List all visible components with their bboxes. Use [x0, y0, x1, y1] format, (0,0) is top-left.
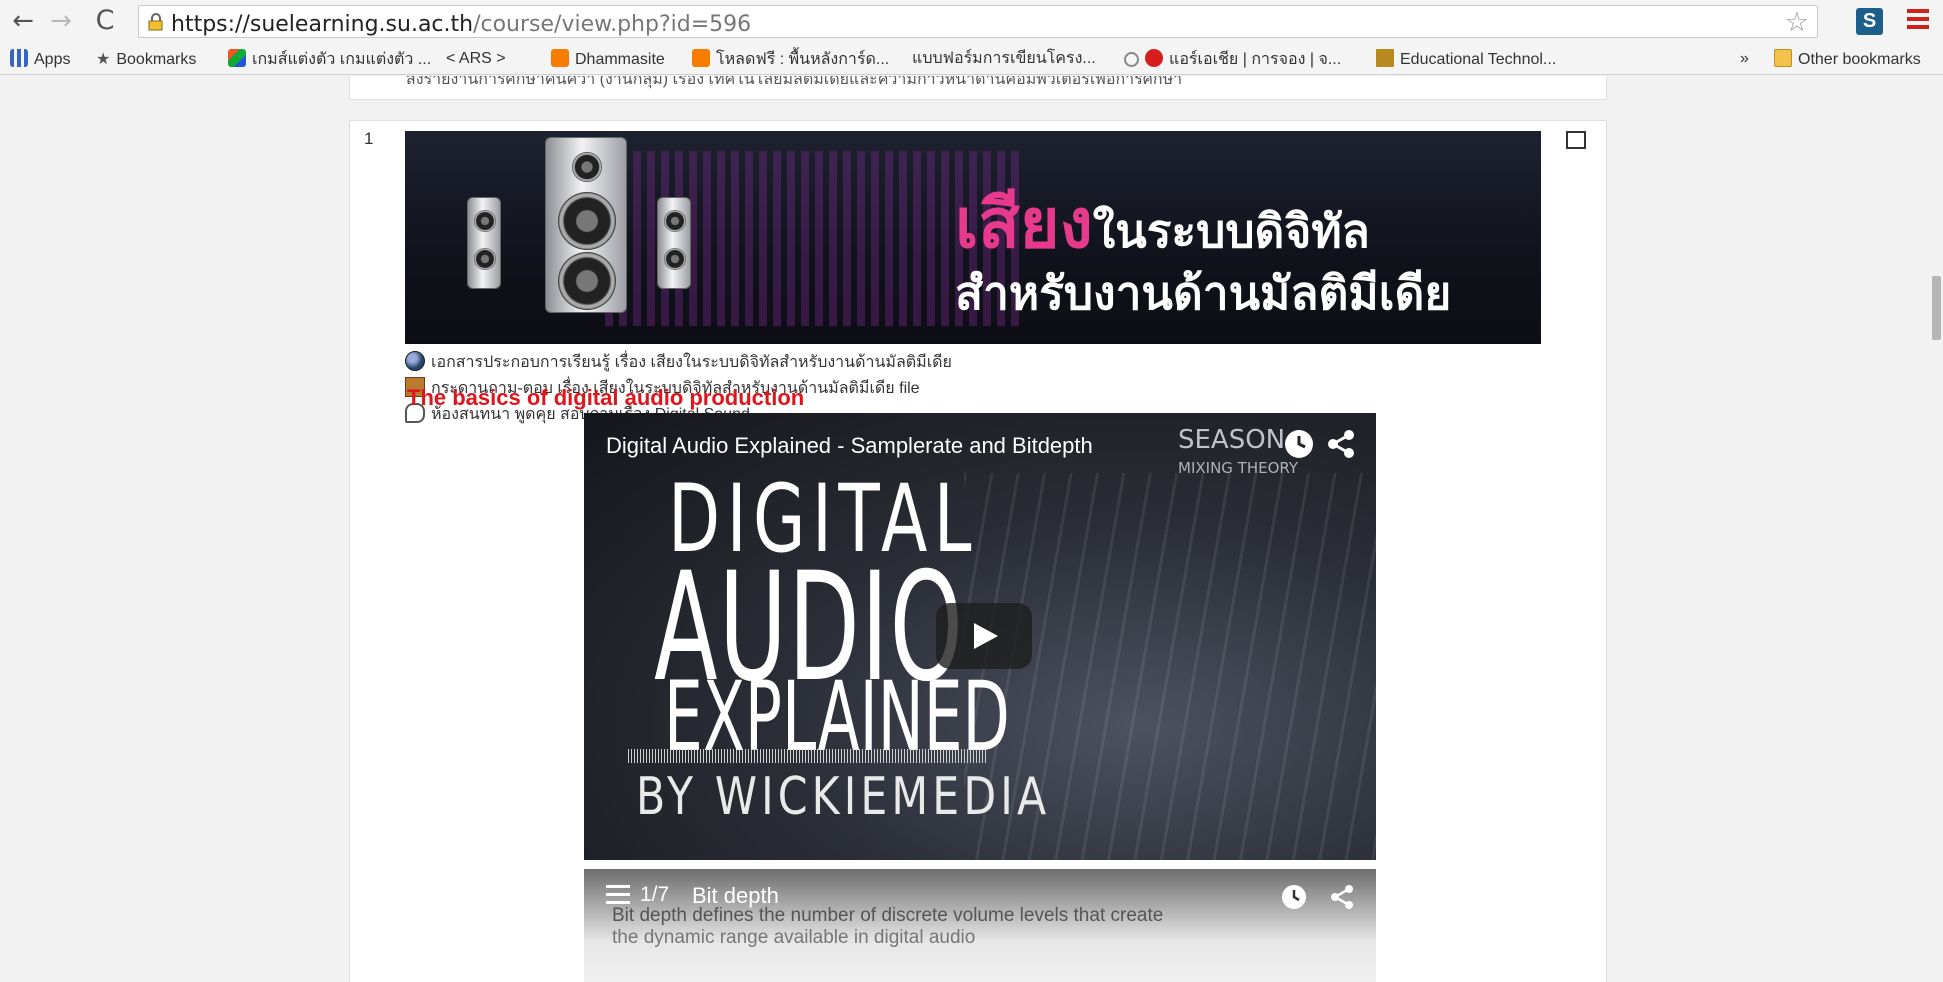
blogger-icon: [551, 49, 569, 67]
reload-icon[interactable]: C: [90, 6, 120, 36]
bookmark-star-icon[interactable]: ☆: [1785, 7, 1809, 38]
bookmark-project-form[interactable]: แบบฟอร์มการเขียนโครง...: [912, 49, 1096, 143]
globe-icon: [405, 351, 425, 371]
channel-subtitle: MIXING THEORY: [1178, 459, 1299, 477]
multicolor-icon: [228, 49, 246, 67]
speaker-left-icon: [467, 197, 501, 289]
speaker-right-icon: [657, 197, 691, 289]
blogger-icon: [692, 49, 710, 67]
bookmark-ars[interactable]: < ARS >: [446, 49, 506, 143]
page-viewport: ส่งรายงานการศึกษาค้นคว้า (งานกลุ่ม) เรื่…: [0, 76, 1943, 982]
bookmark-educational-technology[interactable]: Educational Technol...: [1376, 49, 1556, 69]
share-icon[interactable]: [1328, 883, 1356, 911]
scroll-thumb[interactable]: [1932, 276, 1941, 340]
bookmark-airasia[interactable]: แอร์เอเชีย | การจอง | จ...: [1124, 49, 1341, 69]
forward-arrow-icon[interactable]: →: [46, 6, 76, 36]
section-number: 1: [364, 129, 374, 148]
bookmarks-bar: Apps ★ Bookmarks เกมส์แต่งตัว เกมแต่งตัว …: [0, 42, 1943, 143]
thumbnail-text-byline: BY WICKIEMEDIA: [636, 767, 1051, 827]
watch-later-icon[interactable]: [1282, 427, 1316, 461]
course-section-1: 1 เสียงในระบบดิจิทัล สำหรับงานด้านมัลติม…: [349, 120, 1607, 982]
search-icon: [1124, 52, 1139, 67]
section-banner: เสียงในระบบดิจิทัล สำหรับงานด้านมัลติมีเ…: [405, 131, 1541, 344]
watch-later-icon[interactable]: [1280, 883, 1308, 911]
star-icon: ★: [96, 49, 111, 68]
banner-subtitle: สำหรับงานด้านมัลติมีเดีย: [955, 266, 1452, 320]
playlist-counter: 1/7: [640, 883, 670, 906]
bookmark-free-backgrounds[interactable]: โหลดฟรี : พื้นหลังการ์ด...: [692, 49, 889, 69]
youtube-playlist-player[interactable]: Bit depth defines the number of discrete…: [584, 869, 1376, 982]
share-icon[interactable]: [1324, 427, 1358, 461]
play-icon: [974, 623, 998, 649]
bookmark-dress-games[interactable]: เกมส์แต่งตัว เกมแต่งตัว ...: [228, 49, 431, 69]
url-text: https://suelearning.su.ac.th/course/view…: [171, 12, 752, 37]
folder-icon: [1774, 49, 1792, 67]
extension-s-icon[interactable]: S: [1856, 8, 1883, 35]
browser-menu-icon[interactable]: [1907, 9, 1929, 31]
bookmark-dhammasite[interactable]: Dhammasite: [551, 49, 665, 69]
airasia-icon: [1145, 49, 1163, 67]
previous-section: ส่งรายงานการศึกษาค้นคว้า (งานกลุ่ม) เรื่…: [349, 76, 1607, 100]
channel-logo: SEASON: [1178, 425, 1286, 455]
thumbnail-divider: [628, 749, 988, 763]
resource-document-link[interactable]: เอกสารประกอบการเรียนรู้ เรื่อง เสียงในระ…: [405, 351, 952, 375]
browser-toolbar: ← → C https://suelearning.su.ac.th/cours…: [0, 0, 1943, 42]
course-content: ส่งรายงานการศึกษาค้นคว้า (งานกลุ่ม) เรื่…: [349, 76, 1607, 982]
playlist-video-title[interactable]: Bit depth: [692, 883, 779, 909]
speaker-center-icon: [545, 137, 627, 313]
address-bar[interactable]: https://suelearning.su.ac.th/course/view…: [138, 5, 1818, 38]
assignment-link[interactable]: ส่งรายงานการศึกษาค้นคว้า (งานกลุ่ม) เรื่…: [406, 76, 1182, 92]
page-scrollbar[interactable]: [1923, 76, 1943, 982]
play-button[interactable]: [936, 603, 1032, 669]
bookmark-apps[interactable]: Apps: [10, 49, 70, 69]
edu-icon: [1376, 49, 1394, 67]
playlist-icon[interactable]: [606, 885, 630, 905]
apps-icon: [10, 49, 28, 67]
bookmarks-overflow-chevron[interactable]: »: [1740, 49, 1749, 69]
video-title[interactable]: Digital Audio Explained - Samplerate and…: [606, 433, 1093, 459]
bookmark-bookmarks[interactable]: ★ Bookmarks: [96, 49, 196, 69]
back-arrow-icon[interactable]: ←: [8, 6, 38, 36]
section-complete-checkbox[interactable]: [1566, 131, 1586, 149]
other-bookmarks[interactable]: Other bookmarks: [1774, 49, 1921, 69]
lock-warning-icon: [148, 13, 163, 31]
section-heading: The basics of digital audio production: [407, 385, 805, 410]
video-caption-line2: the dynamic range available in digital a…: [612, 927, 976, 948]
youtube-video-player[interactable]: Digital Audio Explained - Samplerate and…: [584, 413, 1376, 860]
